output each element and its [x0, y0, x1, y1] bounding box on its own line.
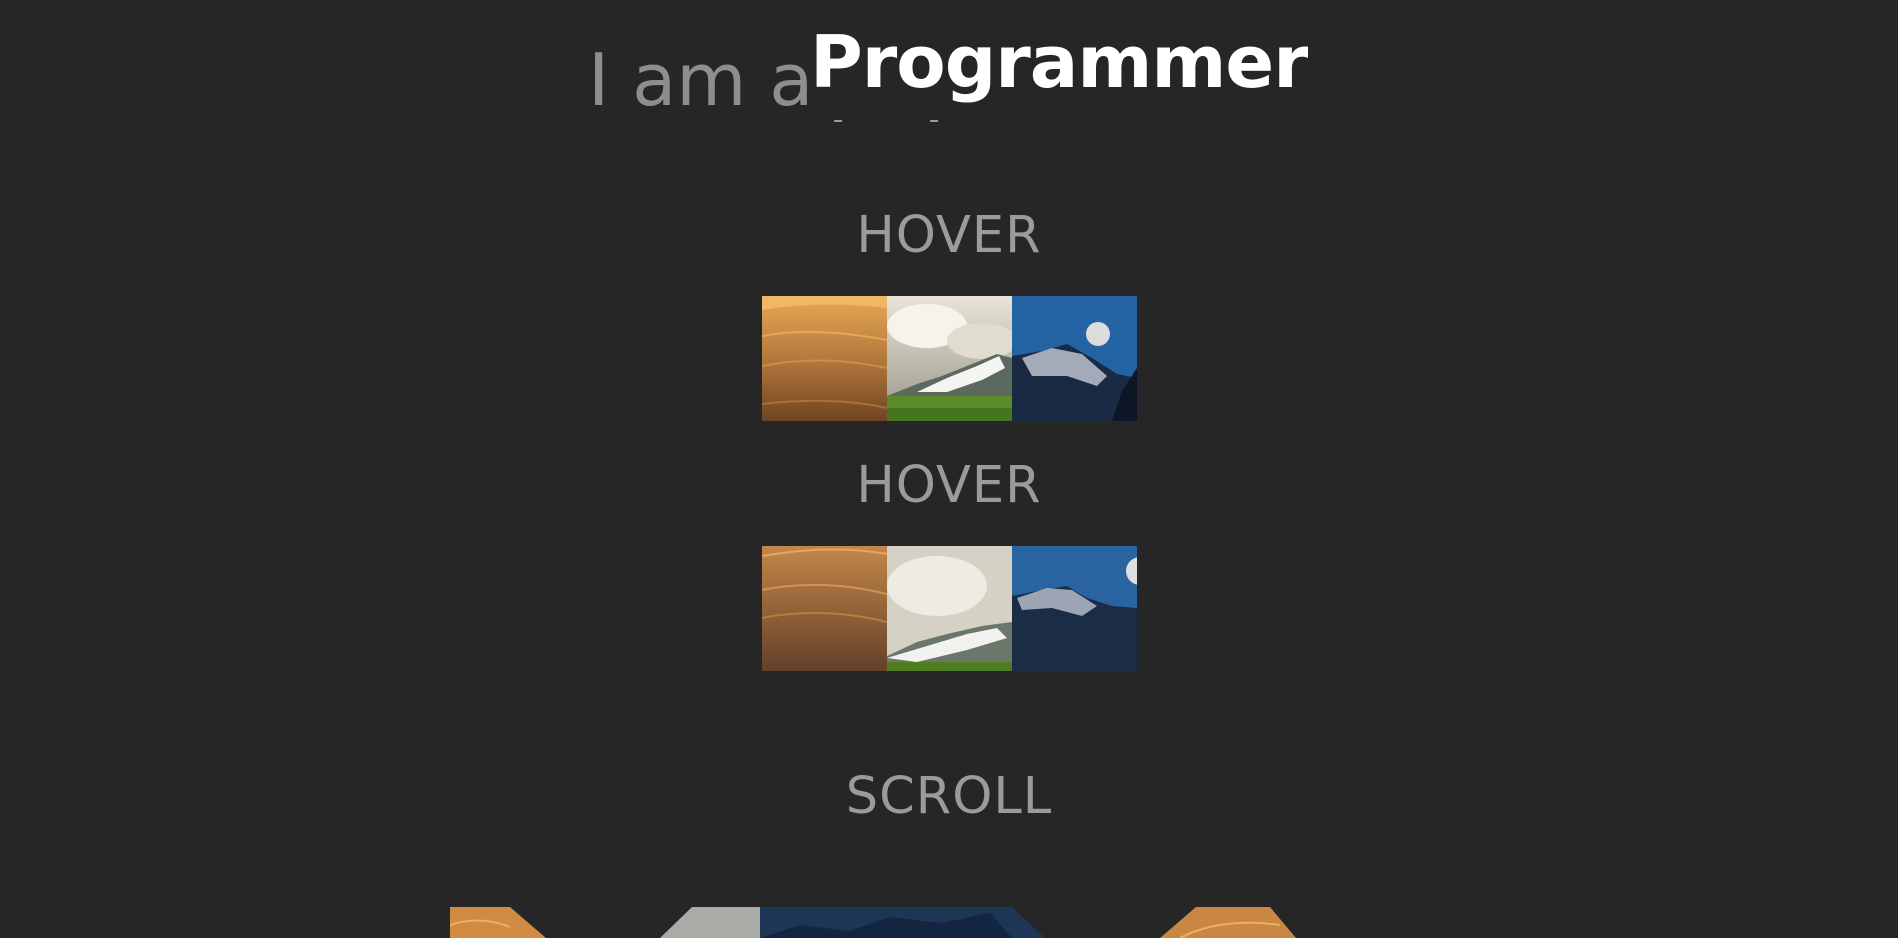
page: I am a Programmer HOVER HOVER SCROLL: [0, 0, 1898, 938]
desert-image-fragment[interactable]: [1160, 907, 1296, 938]
mountain-meadow-image[interactable]: [887, 296, 1012, 421]
scroll-section-label: SCROLL: [845, 767, 1053, 826]
desert-image-graphic: [762, 296, 887, 421]
mountain-image-fragment[interactable]: [660, 907, 1045, 938]
scroll-image-row[interactable]: [0, 907, 1898, 938]
desert-image-graphic: [762, 546, 887, 671]
moon-mountain-image[interactable]: [1012, 296, 1137, 421]
hover-image-strip-2[interactable]: [762, 546, 1137, 671]
mountain-meadow-image[interactable]: [887, 546, 1012, 671]
desert-fragment-graphic: [1160, 907, 1296, 938]
mountain-meadow-image-graphic: [887, 296, 1012, 421]
moon-mountain-image-graphic: [1012, 546, 1137, 671]
headline-next-word-fragment: [834, 120, 938, 123]
mountain-meadow-image-graphic: [887, 546, 1012, 671]
headline: I am a Programmer: [588, 18, 1308, 128]
hover-section-label: HOVER: [856, 456, 1042, 515]
mountain-fragment-graphic: [660, 907, 1045, 938]
hover-image-strip-1[interactable]: [762, 296, 1137, 421]
desert-fragment-graphic: [450, 907, 546, 938]
desert-image-fragment[interactable]: [450, 907, 546, 938]
desert-image[interactable]: [762, 296, 887, 421]
moon-mountain-image[interactable]: [1012, 546, 1137, 671]
moon-mountain-image-graphic: [1012, 296, 1137, 421]
headline-prefix: I am a: [588, 38, 814, 122]
desert-image[interactable]: [762, 546, 887, 671]
headline-rotating-word: Programmer: [810, 20, 1308, 104]
hover-section-label: HOVER: [856, 206, 1042, 265]
